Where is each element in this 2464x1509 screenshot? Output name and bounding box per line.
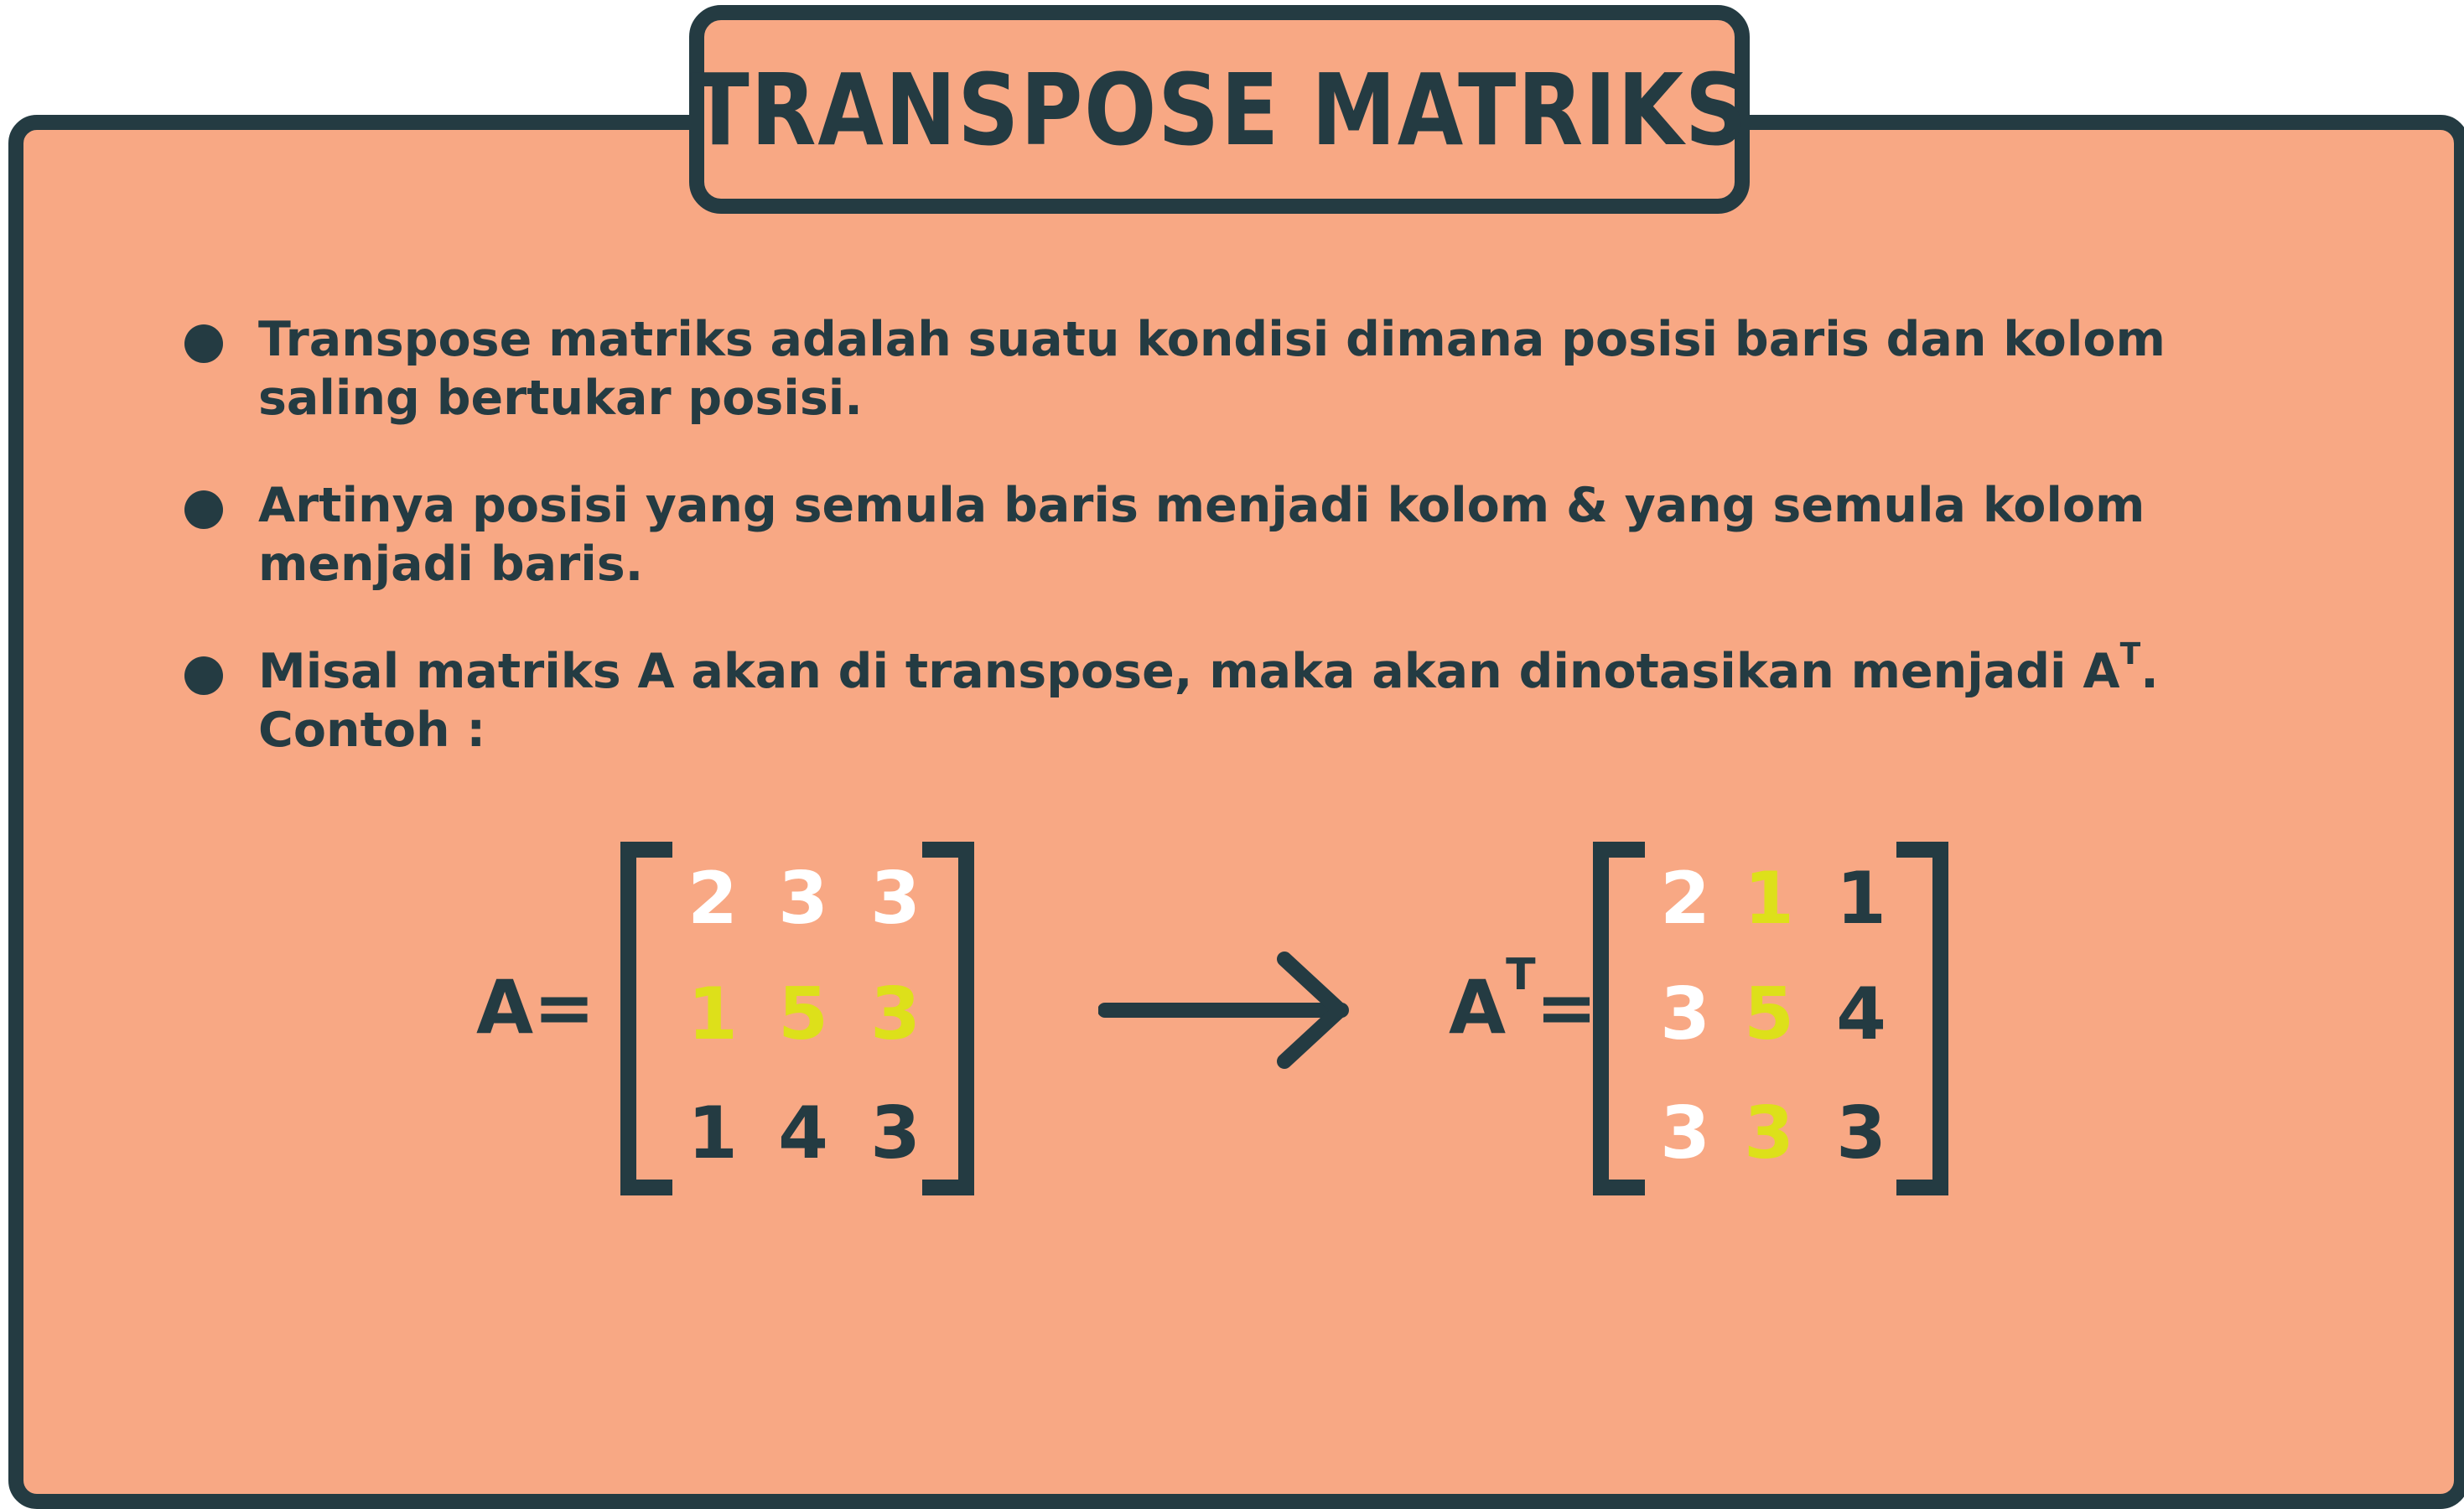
superscript-t: T (2119, 637, 2141, 672)
bullet-item-definition: Transpose matriks adalah suatu kondisi d… (184, 310, 2331, 428)
bullet-dot-icon (184, 490, 223, 529)
bullet-text: Artinya posisi yang semula baris menjadi… (258, 478, 2145, 592)
bullet-item-example: Misal matriks A akan di transpose, maka … (184, 640, 2331, 760)
bullet-list: Transpose matriks adalah suatu kondisi d… (184, 310, 2331, 808)
bullet-dot-icon (184, 656, 223, 695)
title-box: TRANSPOSE MATRIKS (689, 5, 1750, 214)
bullet-text: Transpose matriks adalah suatu kondisi d… (258, 312, 2166, 426)
page-title: TRANSPOSE MATRIKS (691, 51, 1748, 168)
bullet-dot-icon (184, 324, 223, 363)
bullet-item-meaning: Artinya posisi yang semula baris menjadi… (184, 476, 2331, 594)
bullet-text: Misal matriks A akan di transpose, maka … (258, 644, 2120, 699)
